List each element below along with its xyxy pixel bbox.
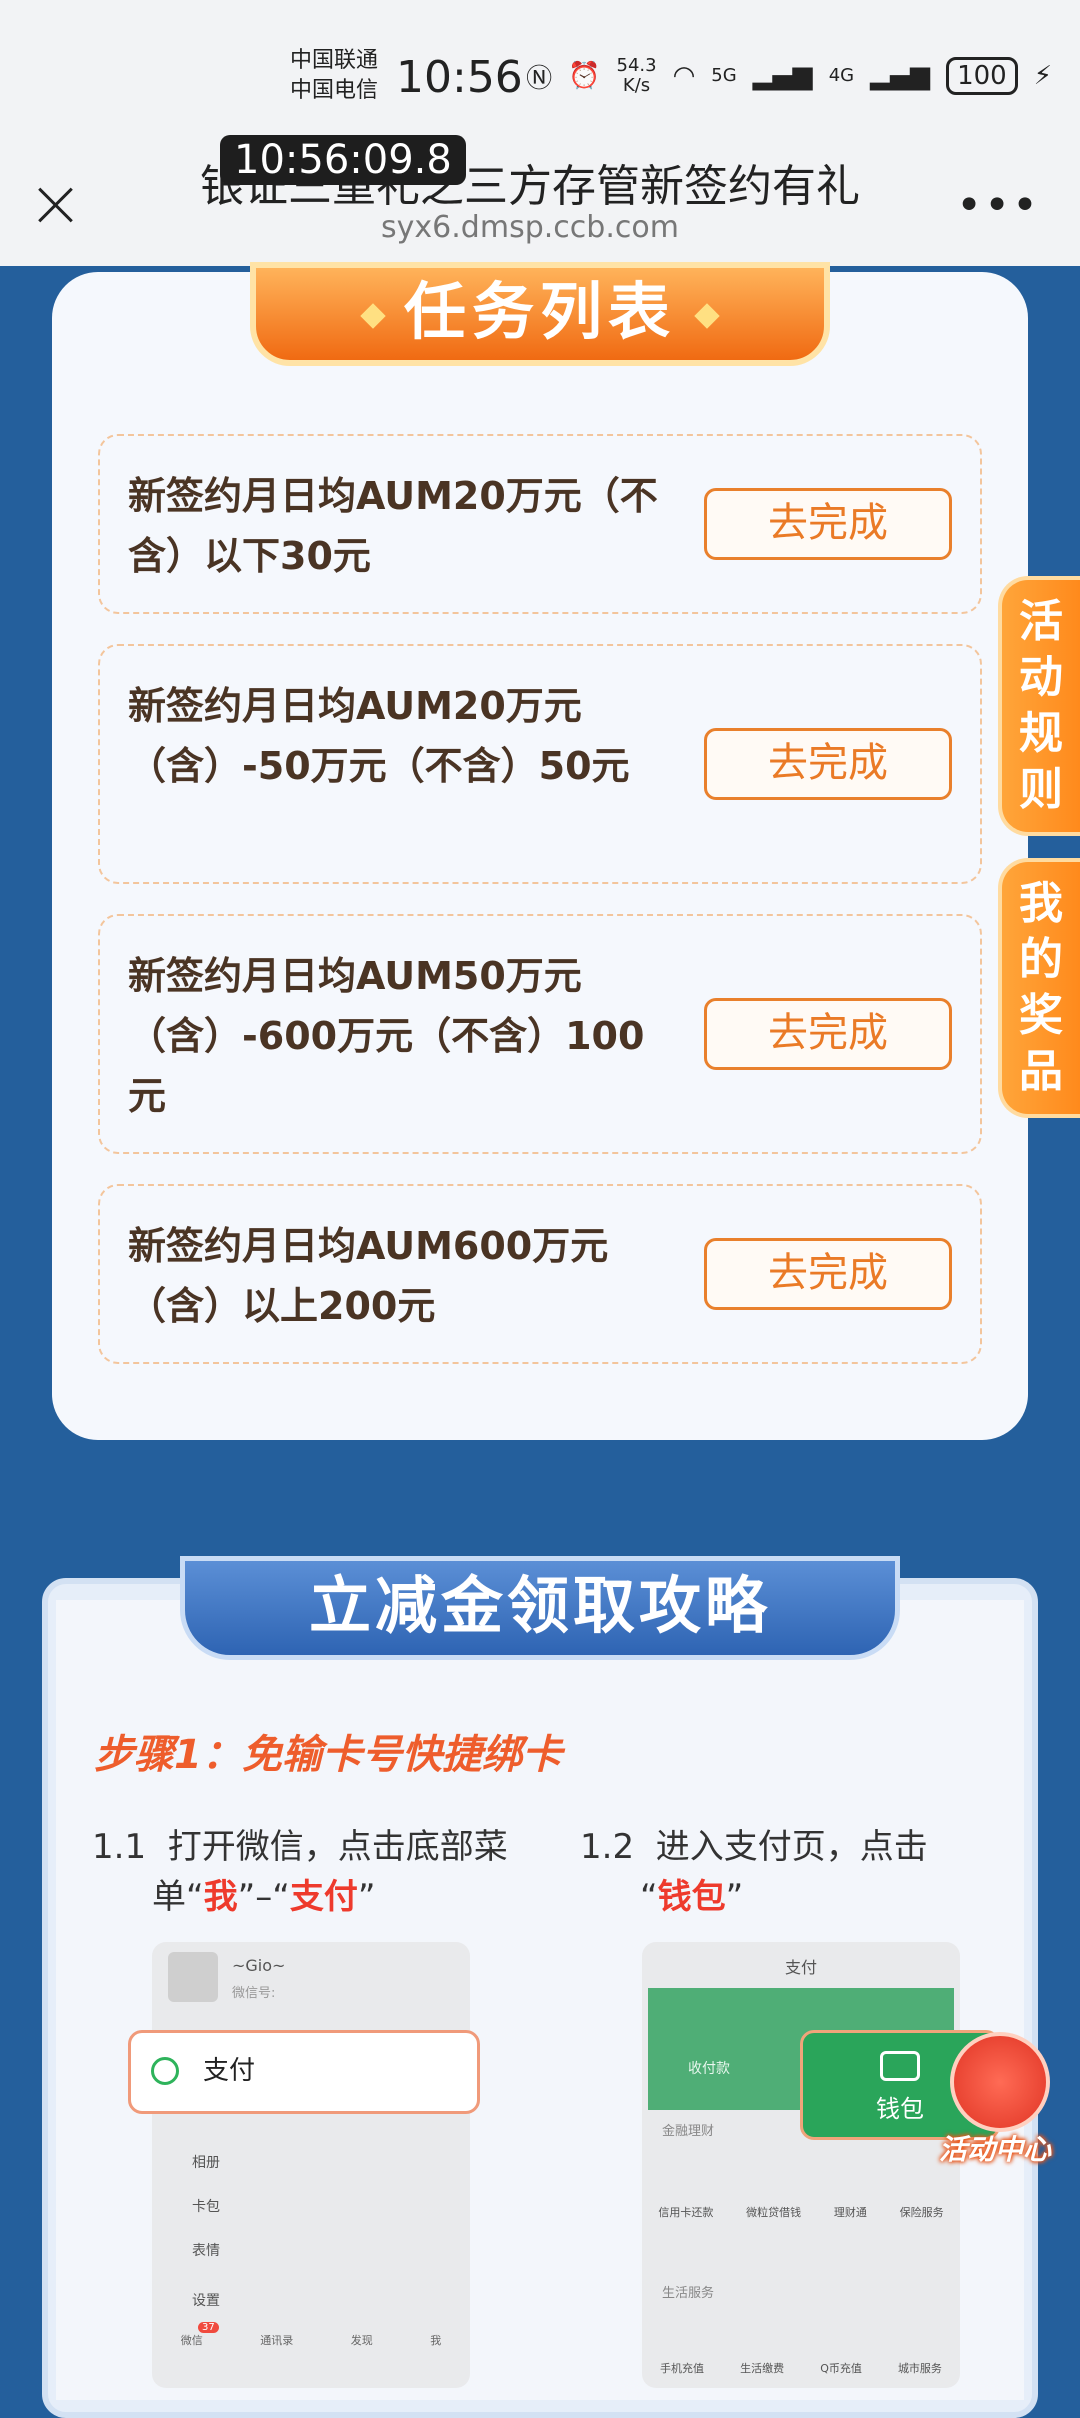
mock-wechat-id: 微信号: bbox=[232, 1986, 276, 2001]
mock-life-row: 手机充值 生活缴费 Q币充值 城市服务 bbox=[642, 2360, 960, 2376]
mock-finance-item: 微粒贷借钱 bbox=[746, 2206, 802, 2219]
nfc-icon: Ⓝ bbox=[526, 63, 553, 94]
quote-text: “ bbox=[640, 1877, 658, 1917]
task-text: 新签约月日均AUM20万元（不含）以下30元 bbox=[128, 474, 658, 578]
network-speed: 54.3 K/s bbox=[617, 56, 657, 96]
complete-task-button[interactable]: 去完成 bbox=[704, 998, 952, 1070]
substep-1-2: 1.2 进入支付页，点击 “钱包” bbox=[580, 1822, 1000, 1922]
mock-life-header: 生活服务 bbox=[662, 2286, 715, 2301]
mock-life-item: Q币充值 bbox=[820, 2362, 862, 2375]
task-item: 新签约月日均AUM50万元（含）-600万元（不含）100元 去完成 bbox=[98, 914, 982, 1154]
red-envelope-icon bbox=[950, 2032, 1050, 2132]
speed-value: 54.3 bbox=[616, 55, 657, 76]
complete-task-button[interactable]: 去完成 bbox=[704, 1238, 952, 1310]
avatar bbox=[168, 1952, 218, 2002]
task-text: 新签约月日均AUM20万元（含）-50万元（不含）50元 bbox=[128, 684, 630, 788]
mock-nickname: ~Gio~ bbox=[232, 1956, 286, 1975]
quote-text: ” bbox=[357, 1877, 376, 1917]
substep-number: 1.1 bbox=[92, 1827, 147, 1867]
signal-bars-icon: ▂▄▆ bbox=[870, 61, 931, 91]
mock-finance-item: 理财通 bbox=[833, 2206, 867, 2219]
substep-text: 打开微信，点击底部菜 bbox=[167, 1827, 508, 1867]
activity-rules-tab[interactable]: 活动规则 bbox=[998, 576, 1080, 836]
carrier-2: 中国电信 bbox=[290, 78, 379, 103]
task-list-banner: 任务列表 bbox=[250, 262, 830, 366]
activity-rules-label: 活动规则 bbox=[1019, 596, 1063, 815]
task-item: 新签约月日均AUM20万元（含）-50万元（不含）50元 去完成 bbox=[98, 644, 982, 884]
task-item: 新签约月日均AUM20万元（不含）以下30元 去完成 bbox=[98, 434, 982, 614]
page-url: syx6.dmsp.ccb.com bbox=[381, 210, 679, 245]
mock-finance-item: 保险服务 bbox=[899, 2206, 944, 2219]
mock-life-item: 城市服务 bbox=[897, 2362, 942, 2375]
mock-tab: 我 bbox=[430, 2334, 442, 2347]
mock-life-item: 生活缴费 bbox=[740, 2362, 785, 2375]
speed-unit: K/s bbox=[622, 75, 651, 96]
complete-task-button[interactable]: 去完成 bbox=[704, 728, 952, 800]
task-list-title: 任务列表 bbox=[403, 275, 676, 348]
substep-number: 1.2 bbox=[580, 1827, 635, 1867]
mock-tab: 发现 bbox=[350, 2334, 373, 2347]
step1-title: 步骤1：免输卡号快捷绑卡 bbox=[94, 1732, 562, 1778]
close-icon[interactable] bbox=[30, 180, 80, 230]
activity-center-button[interactable]: 活动中心 bbox=[930, 2028, 1060, 2178]
quote-text: 单“ bbox=[152, 1877, 204, 1917]
battery-indicator: 100 bbox=[946, 57, 1018, 95]
carrier-1: 中国联通 bbox=[290, 48, 379, 73]
wallet-label: 钱包 bbox=[876, 2095, 924, 2123]
activity-center-label: 活动中心 bbox=[938, 2133, 1051, 2166]
carrier-info: 中国联通 中国电信 bbox=[290, 46, 378, 106]
pay-label: 支付 bbox=[203, 2056, 256, 2086]
more-menu-icon[interactable]: ••• bbox=[956, 180, 1040, 231]
my-prizes-label: 我的奖品 bbox=[1019, 878, 1063, 1097]
pay-highlight: 支付 bbox=[128, 2030, 480, 2114]
guide-banner: 立减金领取攻略 bbox=[180, 1556, 900, 1660]
pay-icon bbox=[151, 2057, 179, 2085]
complete-task-button[interactable]: 去完成 bbox=[704, 488, 952, 560]
mock-tab: 通讯录 bbox=[260, 2334, 294, 2347]
mock-finance-item: 信用卡还款 bbox=[658, 2206, 714, 2219]
wifi-icon: ◠ bbox=[672, 61, 696, 91]
my-prizes-tab[interactable]: 我的奖品 bbox=[998, 858, 1080, 1118]
webview-header: 银证三重礼之三方存管新签约有礼 syx6.dmsp.ccb.com ••• bbox=[0, 140, 1080, 266]
mock-finance-row: 信用卡还款 微粒贷借钱 理财通 保险服务 bbox=[642, 2204, 960, 2220]
mock-wechat-me: ~Gio~ 微信号: 收藏 相册 卡包 表情 设置 微信 通讯录 发现 我 37 bbox=[152, 1942, 470, 2388]
signal-bars-icon: ▂▄▆ bbox=[752, 61, 813, 91]
mock-life-item: 手机充值 bbox=[660, 2362, 705, 2375]
signal-5g: 5G bbox=[711, 65, 737, 86]
unread-badge: 37 bbox=[198, 2322, 219, 2333]
mock-tab: 微信 bbox=[180, 2334, 203, 2347]
time-overlay: 10:56:09.8 bbox=[220, 135, 466, 185]
mock-tab-bar: 微信 通讯录 发现 我 bbox=[152, 2332, 470, 2348]
signal-4g: 4G bbox=[828, 65, 855, 86]
alarm-icon: ⏰ bbox=[568, 61, 601, 91]
highlight-me: 我 bbox=[203, 1877, 238, 1917]
highlight-wallet: 钱包 bbox=[657, 1877, 726, 1917]
mock-pay-title: 支付 bbox=[784, 1958, 817, 1977]
charging-icon: ⚡ bbox=[1033, 61, 1052, 91]
status-bar: 中国联通 中国电信 10:56 Ⓝ ⏰ 54.3 K/s ◠ 5G ▂▄▆ 4G… bbox=[0, 0, 1080, 140]
mock-receive-label: 收付款 bbox=[688, 2061, 730, 2077]
task-text: 新签约月日均AUM600万元（含）以上200元 bbox=[128, 1224, 609, 1328]
wallet-icon bbox=[880, 2051, 920, 2081]
substep-1-1: 1.1 打开微信，点击底部菜 单“我”–“支付” bbox=[92, 1822, 552, 1922]
task-text: 新签约月日均AUM50万元（含）-600万元（不含）100元 bbox=[128, 954, 645, 1118]
mock-menu-item: 设置 bbox=[192, 2293, 220, 2309]
quote-text: ” bbox=[725, 1877, 744, 1917]
mock-menu-item: 表情 bbox=[192, 2243, 220, 2259]
highlight-pay: 支付 bbox=[289, 1877, 358, 1917]
status-clock: 10:56 bbox=[396, 52, 523, 103]
substep-text: 进入支付页，点击 bbox=[655, 1827, 928, 1867]
status-icons: Ⓝ ⏰ 54.3 K/s ◠ 5G ▂▄▆ 4G ▂▄▆ 100 ⚡ bbox=[526, 56, 1052, 96]
quote-text: ”–“ bbox=[237, 1877, 290, 1917]
diamond-icon bbox=[694, 303, 720, 329]
mock-menu-item: 相册 bbox=[192, 2155, 220, 2171]
diamond-icon bbox=[360, 303, 386, 329]
task-item: 新签约月日均AUM600万元（含）以上200元 去完成 bbox=[98, 1184, 982, 1364]
mock-menu-item: 卡包 bbox=[192, 2199, 220, 2215]
